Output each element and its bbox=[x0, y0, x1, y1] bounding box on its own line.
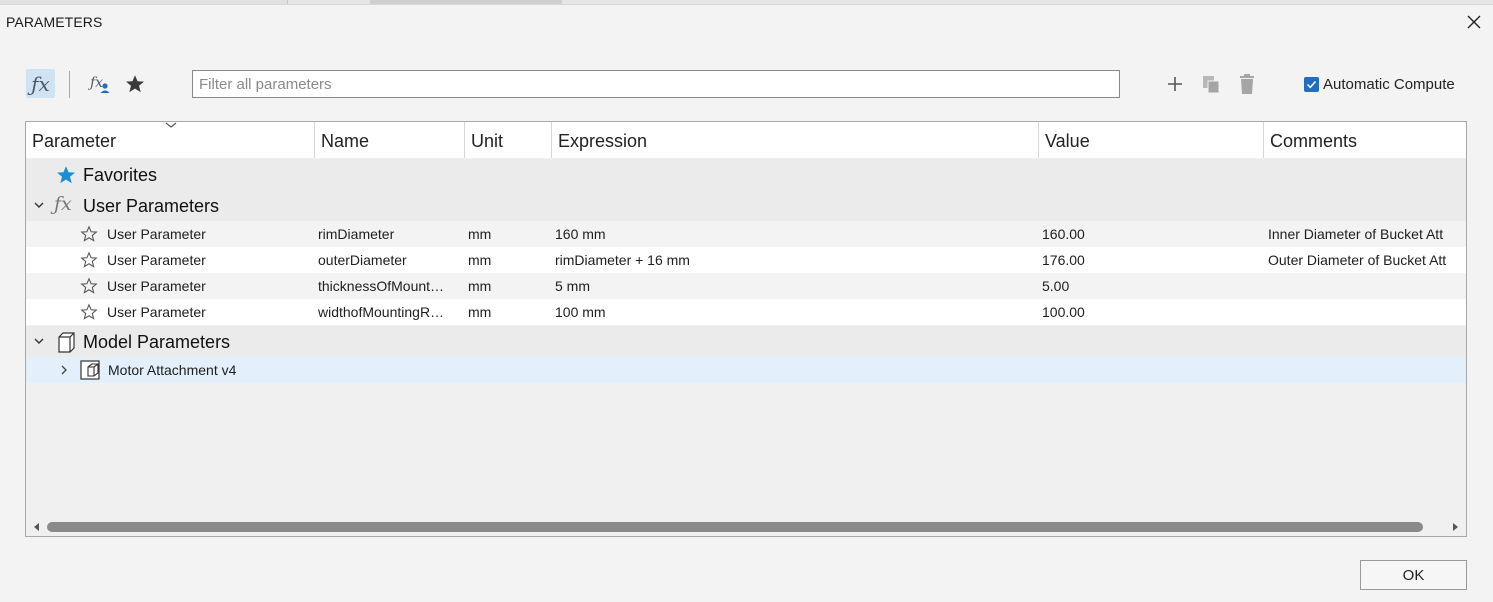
favorites-star-icon bbox=[126, 75, 144, 93]
favorite-star-icon bbox=[57, 166, 75, 184]
tree-row-component[interactable]: Motor Attachment v4 bbox=[26, 357, 1466, 383]
table-row[interactable]: User Parameter widthofMountingR… mm 100 … bbox=[26, 299, 1466, 325]
cell-unit[interactable]: mm bbox=[468, 278, 491, 294]
column-header-parameter[interactable]: Parameter bbox=[26, 122, 315, 158]
toolbar-divider bbox=[69, 71, 70, 98]
checkbox-checked-icon bbox=[1304, 77, 1319, 92]
title-bar: PARAMETERS bbox=[0, 4, 1493, 42]
chevron-down-icon[interactable] bbox=[32, 334, 46, 348]
cell-expression[interactable]: 5 mm bbox=[555, 278, 590, 294]
cell-comment[interactable]: Outer Diameter of Bucket Att bbox=[1268, 252, 1466, 268]
close-icon bbox=[1467, 15, 1481, 29]
ok-button[interactable]: OK bbox=[1360, 560, 1467, 590]
function-fx-icon: ƒx bbox=[31, 71, 50, 96]
table-row[interactable]: User Parameter thicknessOfMount… mm 5 mm… bbox=[26, 273, 1466, 299]
user-function-icon: ƒx bbox=[88, 75, 110, 93]
column-label: Comments bbox=[1270, 131, 1358, 151]
trash-icon bbox=[1240, 74, 1254, 94]
copy-icon bbox=[1203, 76, 1220, 94]
star-outline-icon[interactable] bbox=[80, 225, 98, 243]
cell-parameter: User Parameter bbox=[107, 304, 206, 320]
cell-name[interactable]: thicknessOfMount… bbox=[318, 278, 460, 294]
add-parameter-button[interactable] bbox=[1162, 70, 1188, 98]
cell-value: 100.00 bbox=[1042, 304, 1085, 320]
column-header-unit[interactable]: Unit bbox=[465, 122, 552, 158]
chevron-right-icon[interactable] bbox=[57, 363, 71, 377]
toolbar: ƒx ƒx Automatic Co bbox=[0, 62, 1493, 106]
body-cube-icon bbox=[58, 332, 75, 353]
component-label: Motor Attachment v4 bbox=[108, 362, 237, 378]
table-row[interactable]: User Parameter rimDiameter mm 160 mm 160… bbox=[26, 221, 1466, 247]
horizontal-scrollbar[interactable] bbox=[26, 518, 1466, 536]
cell-parameter: User Parameter bbox=[107, 252, 206, 268]
table-header: Parameter Name Unit Expression Value Com… bbox=[26, 122, 1466, 158]
fx-filter-toggle[interactable]: ƒx bbox=[26, 69, 55, 98]
cell-expression[interactable]: 100 mm bbox=[555, 304, 606, 320]
column-header-value[interactable]: Value bbox=[1039, 122, 1264, 158]
column-label: Unit bbox=[471, 131, 504, 151]
scroll-right-arrow-icon[interactable] bbox=[1450, 522, 1460, 532]
filter-parameters-input[interactable] bbox=[192, 70, 1120, 98]
copy-parameter-button[interactable] bbox=[1198, 70, 1224, 98]
cell-name[interactable]: widthofMountingR… bbox=[318, 304, 460, 320]
star-outline-icon[interactable] bbox=[80, 277, 98, 295]
table-row[interactable]: User Parameter outerDiameter mm rimDiame… bbox=[26, 247, 1466, 273]
star-outline-icon[interactable] bbox=[80, 251, 98, 269]
group-label: Model Parameters bbox=[83, 332, 231, 352]
column-header-comments[interactable]: Comments bbox=[1264, 122, 1466, 158]
cell-parameter: User Parameter bbox=[107, 278, 206, 294]
group-label: Favorites bbox=[83, 165, 158, 185]
automatic-compute-checkbox[interactable]: Automatic Compute bbox=[1304, 76, 1455, 93]
automatic-compute-label: Automatic Compute bbox=[1323, 76, 1455, 93]
star-outline-icon[interactable] bbox=[80, 303, 98, 321]
scrollbar-thumb[interactable] bbox=[47, 522, 1423, 532]
cell-parameter: User Parameter bbox=[107, 226, 206, 242]
sort-caret-icon bbox=[165, 122, 177, 128]
cell-name[interactable]: outerDiameter bbox=[318, 252, 460, 268]
cell-unit[interactable]: mm bbox=[468, 304, 491, 320]
svg-text:ƒx: ƒx bbox=[88, 75, 103, 91]
column-header-expression[interactable]: Expression bbox=[552, 122, 1039, 158]
cell-expression[interactable]: rimDiameter + 16 mm bbox=[555, 252, 690, 268]
cell-value: 160.00 bbox=[1042, 226, 1085, 242]
favorites-filter-button[interactable] bbox=[121, 70, 149, 98]
plus-icon bbox=[1168, 77, 1182, 91]
parameters-table: Parameter Name Unit Expression Value Com… bbox=[25, 121, 1467, 537]
scroll-left-arrow-icon[interactable] bbox=[32, 522, 42, 532]
chevron-down-icon[interactable] bbox=[32, 198, 46, 212]
group-label: User Parameters bbox=[83, 196, 220, 216]
group-row-user-parameters[interactable]: ƒx User Parameters bbox=[26, 190, 1466, 221]
cell-unit[interactable]: mm bbox=[468, 252, 491, 268]
cell-comment[interactable]: Inner Diameter of Bucket Att bbox=[1268, 226, 1466, 242]
column-label: Value bbox=[1045, 131, 1090, 151]
column-label: Expression bbox=[558, 131, 648, 151]
group-row-model-parameters[interactable]: Model Parameters bbox=[26, 326, 1466, 357]
cell-unit[interactable]: mm bbox=[468, 226, 491, 242]
column-header-name[interactable]: Name bbox=[315, 122, 465, 158]
close-button[interactable] bbox=[1463, 11, 1485, 33]
cell-value: 176.00 bbox=[1042, 252, 1085, 268]
group-row-favorites[interactable]: Favorites bbox=[26, 159, 1466, 190]
column-label: Name bbox=[321, 131, 370, 151]
delete-parameter-button[interactable] bbox=[1234, 70, 1260, 98]
cell-name[interactable]: rimDiameter bbox=[318, 226, 460, 242]
user-parameters-filter-button[interactable]: ƒx bbox=[86, 70, 114, 98]
cell-value: 5.00 bbox=[1042, 278, 1070, 294]
column-label: Parameter bbox=[32, 131, 117, 151]
function-fx-icon: ƒx bbox=[54, 193, 72, 215]
cell-expression[interactable]: 160 mm bbox=[555, 226, 606, 242]
component-icon bbox=[80, 360, 100, 380]
window-title: PARAMETERS bbox=[6, 14, 103, 30]
